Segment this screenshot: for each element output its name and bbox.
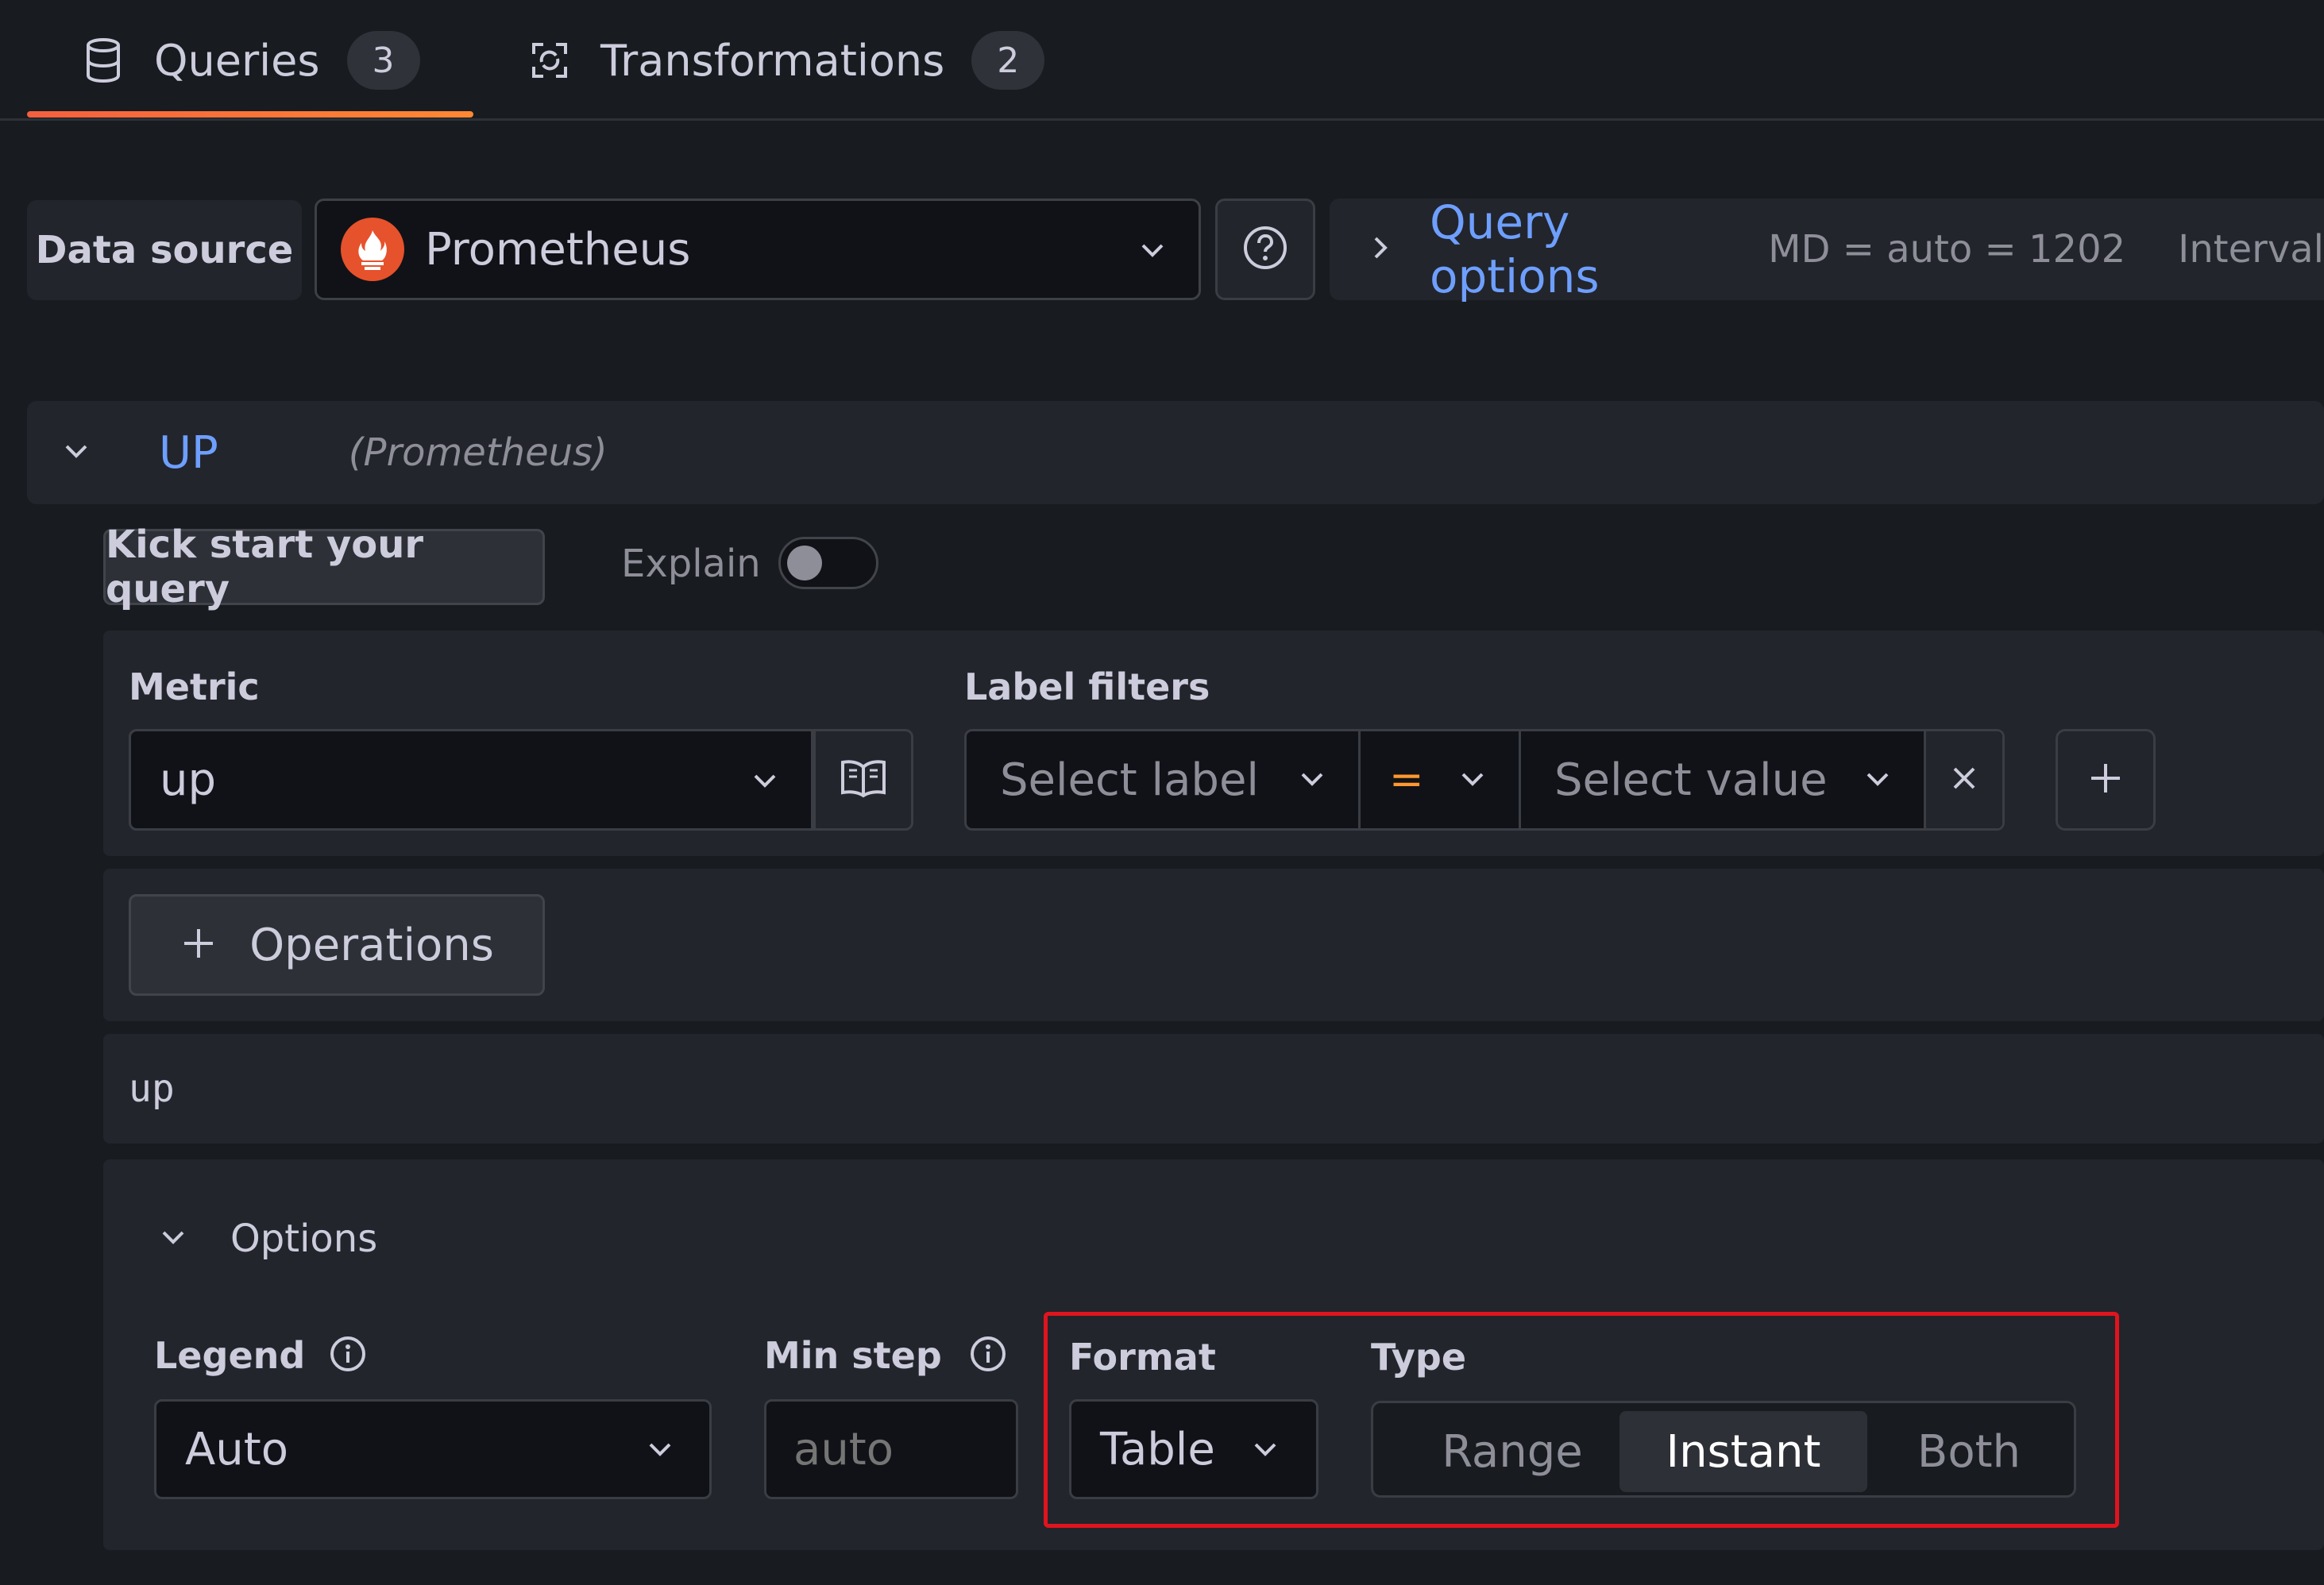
tab-queries[interactable]: Queries 3 — [79, 0, 420, 121]
legend-label-group: Legend — [154, 1334, 367, 1377]
options-section-toggle[interactable]: Options — [159, 1215, 377, 1263]
legend-label: Legend — [154, 1334, 306, 1377]
tab-transformations[interactable]: Transformations 2 — [526, 0, 1045, 121]
legend-select[interactable]: Auto — [154, 1399, 712, 1499]
add-operation-button[interactable]: Operations — [129, 894, 545, 996]
chevron-right-icon — [1368, 233, 1393, 265]
select-label-dropdown[interactable]: Select label — [967, 731, 1361, 828]
tab-transformations-count: 2 — [971, 31, 1045, 90]
query-preview-text: up — [129, 1066, 175, 1111]
question-circle-icon — [1242, 225, 1288, 274]
close-icon — [1948, 762, 1980, 797]
add-filter-button[interactable] — [2056, 729, 2156, 831]
query-options-bar[interactable]: Query options MD = auto = 1202 Interval — [1330, 195, 2324, 303]
query-options-link[interactable]: Query options — [1430, 195, 1703, 303]
metric-select[interactable]: up — [129, 729, 813, 831]
chevron-down-icon — [751, 766, 779, 798]
select-value-dropdown[interactable]: Select value — [1521, 731, 1926, 828]
max-data-points-info: MD = auto = 1202 — [1768, 227, 2126, 272]
data-source-label-text: Data source — [35, 228, 294, 272]
chevron-down-icon — [1863, 765, 1892, 796]
metric-label: Metric — [129, 665, 260, 708]
chevron-down-icon — [1458, 765, 1487, 796]
chevron-down-icon — [159, 1223, 187, 1255]
chevron-down-icon — [1138, 236, 1167, 268]
label-filters-label: Label filters — [964, 665, 1210, 708]
legend-value: Auto — [185, 1423, 289, 1475]
query-datasource-name: (Prometheus) — [348, 430, 608, 475]
min-step-input[interactable] — [764, 1399, 1018, 1499]
options-label: Options — [230, 1217, 378, 1261]
interval-info: Interval — [2178, 227, 2324, 272]
query-name[interactable]: UP — [159, 427, 218, 479]
explain-toggle[interactable] — [778, 537, 878, 589]
select-value-placeholder: Select value — [1554, 754, 1828, 806]
toggle-knob — [787, 546, 822, 580]
kick-start-query-button[interactable]: Kick start your query — [103, 523, 545, 611]
info-circle-icon[interactable] — [969, 1335, 1007, 1376]
min-step-label-group: Min step — [764, 1334, 1007, 1377]
query-row-header[interactable]: UP (Prometheus) — [27, 401, 2324, 504]
plus-icon — [2087, 759, 2125, 800]
tab-queries-count: 3 — [346, 31, 420, 90]
select-label-placeholder: Select label — [1000, 754, 1259, 806]
tab-transformations-label: Transformations — [600, 35, 945, 86]
min-step-label: Min step — [764, 1334, 942, 1377]
query-preview: up — [103, 1034, 2324, 1143]
info-circle-icon[interactable] — [329, 1335, 367, 1376]
metric-value: up — [160, 754, 217, 806]
operator-value: = — [1389, 756, 1424, 804]
collapse-chevron-icon[interactable] — [62, 437, 91, 469]
remove-filter-button[interactable] — [1926, 731, 2002, 828]
database-icon — [79, 35, 127, 86]
chevron-down-icon — [646, 1435, 674, 1467]
book-open-icon — [840, 758, 887, 802]
active-tab-indicator — [27, 111, 473, 118]
data-source-picker[interactable]: Prometheus — [315, 199, 1201, 300]
chevron-down-icon — [1298, 765, 1326, 796]
transform-icon — [526, 35, 573, 86]
operations-label: Operations — [249, 919, 494, 971]
data-source-label: Data source — [27, 200, 302, 300]
help-button[interactable] — [1215, 199, 1315, 300]
label-filter-row: Select label = Select value — [964, 729, 2005, 831]
explain-label: Explain — [621, 542, 761, 586]
plus-icon — [180, 924, 218, 966]
operator-dropdown[interactable]: = — [1361, 731, 1521, 828]
tab-bar: Queries 3 Transformations 2 — [0, 0, 2324, 121]
prometheus-logo-icon — [341, 218, 404, 281]
data-source-name: Prometheus — [425, 223, 691, 276]
tab-queries-label: Queries — [154, 35, 320, 86]
kick-start-label: Kick start your query — [106, 523, 424, 611]
metrics-explorer-button[interactable] — [813, 729, 913, 831]
highlight-box — [1044, 1312, 2119, 1528]
